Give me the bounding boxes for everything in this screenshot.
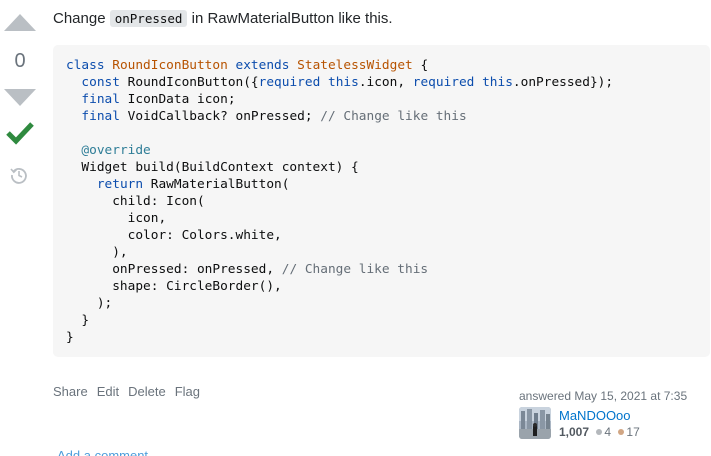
code-line: @override	[66, 143, 151, 158]
bronze-badge-count: 17	[626, 425, 640, 439]
code-token: ),	[66, 245, 128, 260]
checkmark-icon	[6, 122, 34, 145]
share-link[interactable]: Share	[53, 384, 88, 399]
code-line: const RoundIconButton({required this.ico…	[66, 75, 613, 90]
code-line: }	[66, 313, 89, 328]
code-token: final	[81, 109, 128, 124]
code-token: // Change like this	[320, 109, 467, 124]
code-line: onPressed: onPressed, // Change like thi…	[66, 262, 428, 277]
delete-link[interactable]: Delete	[128, 384, 166, 399]
code-token: extends	[235, 58, 298, 73]
intro-text-after: in RawMaterialButton like this.	[187, 10, 393, 27]
post-menu: Share Edit Delete Flag	[53, 384, 200, 399]
code-line: class RoundIconButton extends StatelessW…	[66, 58, 428, 73]
code-content: class RoundIconButton extends StatelessW…	[66, 57, 697, 346]
code-token: RoundIconButton({	[127, 75, 259, 90]
code-token: );	[66, 296, 113, 311]
code-token: IconData icon;	[127, 92, 236, 107]
vote-count: 0	[14, 50, 26, 72]
code-token: @override	[81, 143, 151, 158]
code-token: required	[258, 75, 328, 90]
code-line: final IconData icon;	[66, 92, 236, 107]
code-token: return	[96, 177, 151, 192]
code-token: this	[327, 75, 359, 90]
code-token: this	[482, 75, 513, 90]
code-line: }	[66, 330, 74, 345]
code-line: return RawMaterialButton(	[66, 177, 290, 192]
answered-time: answered May 15, 2021 at 7:35	[519, 389, 688, 403]
user-card: answered May 15, 2021 at 7:35 MaNDOOoo 1…	[519, 388, 709, 441]
code-token: StatelessWidget	[297, 58, 413, 73]
answer-intro: Change onPressed in RawMaterialButton li…	[53, 9, 393, 28]
code-token: const	[81, 75, 128, 90]
code-token: .icon,	[358, 75, 413, 90]
code-token: }	[66, 330, 74, 345]
code-token: child: Icon(	[66, 194, 205, 209]
code-block: class RoundIconButton extends StatelessW…	[53, 45, 710, 357]
code-token: RawMaterialButton(	[150, 177, 290, 192]
arrow-down-icon[interactable]	[4, 89, 36, 106]
arrow-up-icon[interactable]	[4, 14, 36, 31]
code-token: {	[412, 58, 429, 73]
code-line: shape: CircleBorder(),	[66, 279, 282, 294]
reputation-score: 1,007	[559, 425, 590, 439]
code-line: final VoidCallback? onPressed; // Change…	[66, 109, 467, 124]
code-token: .onPressed});	[512, 75, 614, 90]
avatar[interactable]	[519, 407, 551, 439]
silver-badge-count: 4	[604, 425, 612, 439]
user-name-link[interactable]: MaNDOOoo	[559, 407, 640, 424]
add-comment-link[interactable]: Add a comment	[57, 448, 148, 456]
code-token: final	[81, 92, 128, 107]
code-token: }	[66, 313, 90, 328]
code-token: RoundIconButton	[112, 58, 236, 73]
code-token: icon,	[66, 211, 167, 226]
code-line: ),	[66, 245, 128, 260]
code-line: );	[66, 296, 112, 311]
code-token: VoidCallback? onPressed;	[127, 109, 321, 124]
code-token: shape: CircleBorder(),	[66, 279, 282, 294]
code-token: // Change like this	[281, 262, 429, 277]
code-token: class	[66, 58, 113, 73]
code-line: Widget build(BuildContext context) {	[66, 160, 359, 175]
bronze-badge-icon	[618, 429, 625, 436]
code-line: child: Icon(	[66, 194, 205, 209]
inline-code: onPressed	[109, 10, 188, 27]
code-token: Widget build(BuildContext context) {	[66, 160, 359, 175]
silver-badge-icon	[596, 429, 603, 436]
code-token: color: Colors.white,	[66, 228, 282, 243]
code-line: color: Colors.white,	[66, 228, 282, 243]
history-icon[interactable]	[9, 165, 29, 185]
intro-text-before: Change	[53, 10, 110, 27]
code-token: required	[412, 75, 483, 90]
code-line: icon,	[66, 211, 167, 226]
flag-link[interactable]: Flag	[175, 384, 200, 399]
edit-link[interactable]: Edit	[97, 384, 119, 399]
code-token: onPressed: onPressed,	[66, 262, 282, 277]
